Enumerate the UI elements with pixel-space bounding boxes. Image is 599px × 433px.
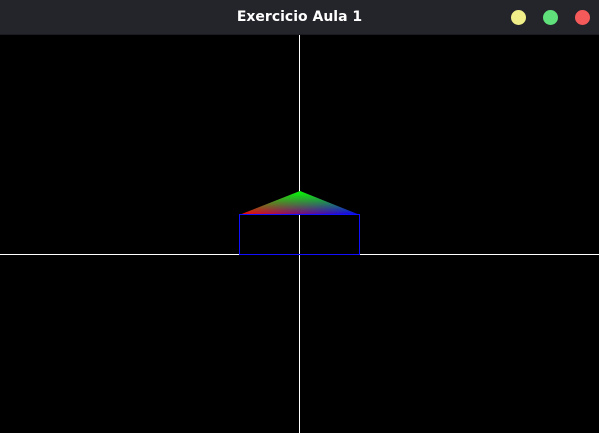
- minimize-button[interactable]: [511, 10, 526, 25]
- scene-svg: [0, 35, 599, 433]
- window-title: Exercicio Aula 1: [236, 9, 363, 25]
- app-window: Exercicio Aula 1: [0, 0, 599, 433]
- opengl-canvas[interactable]: [0, 35, 599, 433]
- close-button[interactable]: [575, 10, 590, 25]
- triangle-roof-top-shade: [239, 191, 360, 215]
- maximize-button[interactable]: [543, 10, 558, 25]
- title-bar[interactable]: Exercicio Aula 1: [0, 0, 599, 35]
